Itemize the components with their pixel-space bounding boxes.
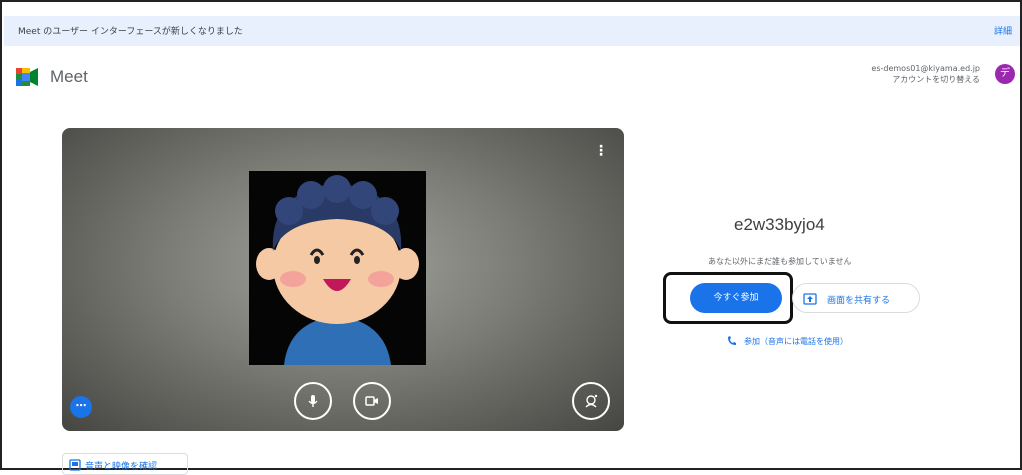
join-now-button[interactable]: 今すぐ参加	[690, 283, 782, 313]
present-screen-button[interactable]: 画面を共有する	[792, 283, 920, 313]
phone-icon	[728, 336, 736, 345]
microphone-icon	[308, 395, 318, 407]
banner-text: Meet のユーザー インターフェースが新しくなりました	[18, 27, 243, 37]
update-banner: Meet のユーザー インターフェースが新しくなりました 詳細	[4, 16, 1020, 46]
meet-logo-icon	[16, 68, 38, 86]
banner-details-link[interactable]: 詳細	[994, 24, 1012, 37]
check-audio-video-label: 音声と映像を確認	[85, 462, 158, 472]
meet-window: Meet のユーザー インターフェースが新しくなりました 詳細 Meet es-…	[0, 0, 1022, 475]
check-audio-video-button[interactable]: 音声と映像を確認	[62, 453, 188, 475]
account-email: es-demos01@kiyama.ed.jp	[871, 64, 980, 73]
brand-name: Meet	[50, 67, 88, 86]
present-screen-icon	[803, 293, 817, 305]
more-vert-icon[interactable]: ⋮	[594, 144, 608, 158]
account-info: es-demos01@kiyama.ed.jp アカウントを切り替える	[871, 63, 980, 85]
meeting-code: e2w33byjo4	[734, 215, 825, 234]
visual-effects-icon	[585, 394, 598, 408]
participants-status: あなた以外にまだ誰も参加していません	[708, 257, 852, 266]
switch-account-link[interactable]: アカウントを切り替える	[871, 74, 980, 85]
camera-button[interactable]	[353, 382, 391, 420]
visual-effects-button[interactable]	[572, 382, 610, 420]
more-options-icon[interactable]: ⋯	[70, 396, 92, 418]
avatar[interactable]: デ	[995, 64, 1015, 84]
microphone-button[interactable]	[294, 382, 332, 420]
video-camera-icon	[365, 396, 378, 406]
present-screen-label: 画面を共有する	[827, 296, 891, 306]
video-preview: ⋮ ⋯	[62, 128, 624, 431]
user-camera-image	[249, 171, 426, 365]
device-check-icon	[69, 459, 81, 471]
join-with-phone-label: 参加（音声には電話を使用）	[744, 337, 848, 346]
